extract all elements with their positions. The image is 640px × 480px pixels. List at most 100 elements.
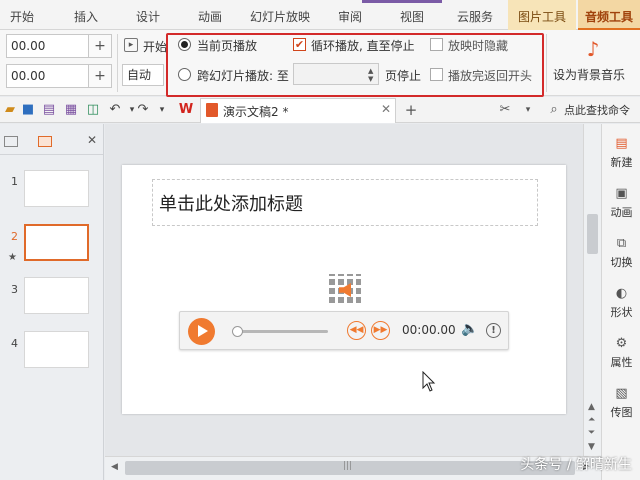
animation-star-icon: ★ bbox=[8, 252, 17, 263]
wps-logo-icon: W bbox=[178, 102, 194, 117]
title-placeholder[interactable]: 单击此处添加标题 bbox=[152, 179, 538, 226]
start-mode-select[interactable]: 自动 bbox=[122, 64, 164, 86]
info-icon[interactable]: ! bbox=[486, 323, 501, 338]
fade-in-plus-button[interactable]: + bbox=[88, 34, 112, 58]
panel-label: 新建 bbox=[610, 156, 633, 169]
tab-picture-tools[interactable]: 图片工具 bbox=[508, 0, 576, 30]
slide-number: 1 bbox=[11, 175, 18, 188]
tab-slideshow[interactable]: 幻灯片放映 bbox=[244, 0, 316, 30]
transition-icon: ⧉ bbox=[616, 236, 627, 251]
upload-image-icon: ▧ bbox=[615, 386, 628, 401]
panel-label: 形状 bbox=[610, 306, 633, 319]
animation-icon: ▣ bbox=[615, 186, 628, 201]
document-tab[interactable]: 演示文稿2 * ✕ bbox=[200, 98, 396, 123]
start-label: 开始 bbox=[143, 40, 168, 54]
close-tab-icon[interactable]: ✕ bbox=[381, 102, 391, 116]
new-icon: ▤ bbox=[615, 136, 628, 151]
rewind-button[interactable]: ◀◀ bbox=[347, 321, 366, 340]
fade-out-plus-button[interactable]: + bbox=[88, 64, 112, 88]
panel-animation-button[interactable]: ▣ 动画 bbox=[602, 182, 640, 222]
tab-home[interactable]: 开始 bbox=[0, 0, 44, 30]
mouse-cursor-icon bbox=[422, 371, 436, 392]
scroll-down-icon[interactable]: ▼ bbox=[588, 442, 595, 452]
fade-out-input[interactable]: 00.00 bbox=[6, 64, 90, 88]
slide-thumbnail[interactable] bbox=[24, 170, 89, 207]
panel-properties-button[interactable]: ⚙ 属性 bbox=[602, 332, 640, 372]
panel-upload-image-button[interactable]: ▧ 传图 bbox=[602, 382, 640, 422]
audio-object-icon[interactable] bbox=[329, 274, 361, 306]
preview-icon[interactable]: ◫ bbox=[85, 102, 101, 118]
playback-time: 00:00.00 bbox=[402, 323, 456, 337]
slide-thumbnail-selected[interactable] bbox=[24, 224, 89, 261]
panel-label: 传图 bbox=[610, 406, 633, 419]
tab-view[interactable]: 视图 bbox=[388, 0, 436, 30]
tab-design[interactable]: 设计 bbox=[124, 0, 172, 30]
undo-icon[interactable]: ↶ bbox=[107, 102, 123, 118]
scroll-up-icon[interactable]: ▲ bbox=[588, 402, 595, 412]
presentation-file-icon bbox=[206, 103, 218, 117]
customize-dropdown-icon[interactable]: ▾ bbox=[154, 102, 170, 118]
shape-icon: ◐ bbox=[615, 286, 628, 301]
panel-new-button[interactable]: ▤ 新建 bbox=[602, 132, 640, 172]
panel-transition-button[interactable]: ⧉ 切换 bbox=[602, 232, 640, 272]
scroll-left-icon[interactable]: ◀ bbox=[111, 462, 118, 472]
tab-insert[interactable]: 插入 bbox=[62, 0, 110, 30]
vertical-scroll-thumb[interactable] bbox=[587, 214, 598, 254]
wps-presentation-window: 开始 插入 设计 动画 幻灯片放映 审阅 视图 云服务 图片工具 音频工具 00… bbox=[0, 0, 640, 480]
slide-number: 4 bbox=[11, 337, 18, 350]
pin-icon[interactable]: ✂ bbox=[497, 102, 513, 118]
panel-label: 动画 bbox=[610, 206, 633, 219]
pane-divider bbox=[0, 154, 103, 155]
document-title: 演示文稿2 * bbox=[223, 105, 289, 119]
play-start-icon: ▸ bbox=[124, 38, 138, 52]
audio-player-bar: ◀◀ ▶▶ 00:00.00 🔈 ! bbox=[179, 311, 509, 350]
print-icon[interactable]: ▦ bbox=[63, 102, 79, 118]
panel-shape-button[interactable]: ◐ 形状 bbox=[602, 282, 640, 322]
progress-track[interactable] bbox=[236, 330, 328, 333]
tab-review[interactable]: 审阅 bbox=[328, 0, 372, 30]
tab-audio-tools[interactable]: 音频工具 bbox=[578, 0, 640, 30]
toolbar-more-icon[interactable]: ▾ bbox=[520, 102, 536, 118]
ribbon-tab-bar: 开始 插入 设计 动画 幻灯片放映 审阅 视图 云服务 图片工具 音频工具 bbox=[0, 0, 640, 30]
tab-cloud-service[interactable]: 云服务 bbox=[448, 0, 502, 30]
volume-icon[interactable]: 🔈 bbox=[461, 321, 478, 337]
vertical-scrollbar[interactable]: ▲ ⏶ ⏷ ▼ bbox=[583, 124, 601, 456]
music-note-icon: ♪ bbox=[586, 37, 600, 61]
panel-label: 属性 bbox=[610, 356, 633, 369]
search-icon[interactable]: ⌕ bbox=[546, 102, 562, 118]
new-tab-icon[interactable]: + bbox=[403, 102, 419, 118]
tab-animation[interactable]: 动画 bbox=[186, 0, 234, 30]
set-background-music-label: 设为背景音乐 bbox=[553, 68, 626, 82]
command-search-label[interactable]: 点此查找命令 bbox=[564, 102, 630, 118]
scroll-grip-icon: ||| bbox=[343, 461, 353, 471]
fade-in-input[interactable]: 00.00 bbox=[6, 34, 90, 58]
outline-view-icon[interactable] bbox=[4, 136, 18, 147]
slides-view-icon[interactable] bbox=[38, 136, 52, 147]
watermark-text: 头条号 / 解晴新生 bbox=[520, 457, 632, 473]
ribbon-separator-2 bbox=[546, 34, 547, 92]
title-placeholder-text: 单击此处添加标题 bbox=[159, 194, 303, 215]
set-background-music-button[interactable]: ♪ 设为背景音乐 bbox=[548, 32, 638, 94]
play-button[interactable] bbox=[188, 318, 215, 345]
slide-thumbnail[interactable] bbox=[24, 277, 89, 314]
right-task-panel: ▤ 新建 ▣ 动画 ⧉ 切换 ◐ 形状 ⚙ 属性 ▧ 传图 bbox=[601, 124, 640, 480]
fast-forward-button[interactable]: ▶▶ bbox=[371, 321, 390, 340]
start-mode-value: 自动 bbox=[127, 68, 152, 82]
previous-slide-icon[interactable]: ⏶ bbox=[588, 415, 595, 425]
open-folder-icon[interactable]: ▰ bbox=[2, 102, 18, 118]
redo-icon[interactable]: ↷ bbox=[135, 102, 151, 118]
slide-thumbnail[interactable] bbox=[24, 331, 89, 368]
properties-icon: ⚙ bbox=[615, 336, 628, 351]
print-preview-icon[interactable]: ▤ bbox=[41, 102, 57, 118]
close-pane-icon[interactable]: ✕ bbox=[87, 133, 97, 147]
next-slide-icon[interactable]: ⏷ bbox=[588, 428, 595, 438]
slide-number: 2 bbox=[11, 230, 18, 243]
horizontal-scroll-thumb[interactable]: ||| bbox=[125, 461, 575, 475]
slide-number: 3 bbox=[11, 283, 18, 296]
quick-access-toolbar: ▰ ■ ▤ ▦ ◫ ↶ ▾ ↷ ▾ W 演示文稿2 * ✕ + ✂ ▾ ⌕ 点此… bbox=[0, 97, 640, 123]
save-icon[interactable]: ■ bbox=[20, 102, 36, 118]
progress-thumb[interactable] bbox=[232, 326, 243, 337]
panel-label: 切换 bbox=[610, 256, 633, 269]
ribbon-separator bbox=[117, 34, 118, 92]
highlight-annotation-box bbox=[166, 33, 544, 97]
